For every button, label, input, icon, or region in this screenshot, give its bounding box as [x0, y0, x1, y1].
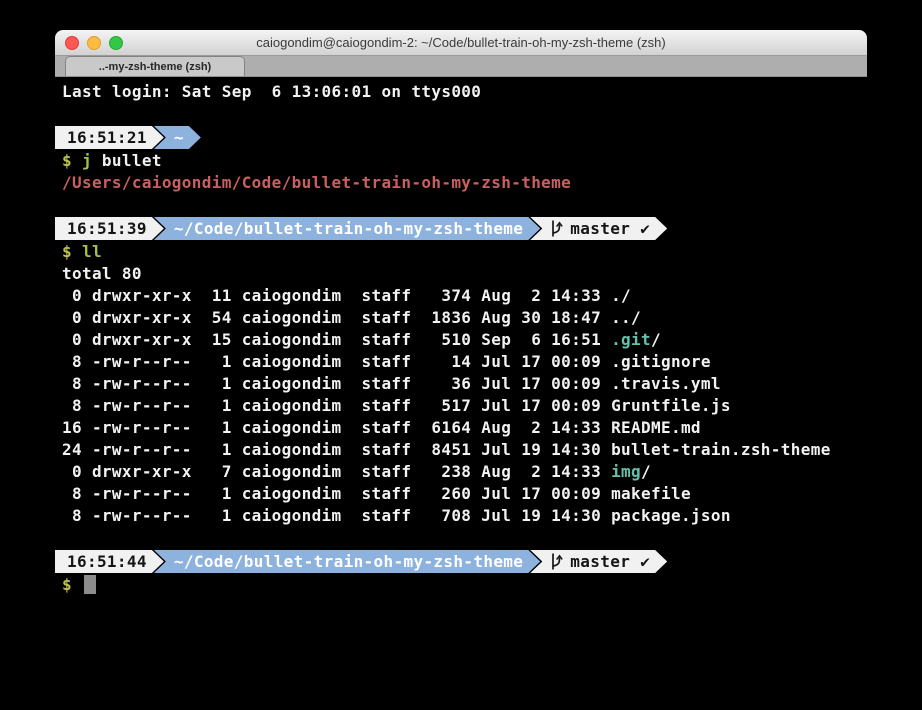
listing-row: 0 drwxr-xr-x 15 caiogondim staff 510 Sep…: [62, 329, 867, 351]
listing-row-meta: 16 -rw-r--r-- 1 caiogondim staff 6164 Au…: [62, 418, 611, 437]
space: [72, 242, 82, 261]
window-title: caiogondim@caiogondim-2: ~/Code/bullet-t…: [55, 35, 867, 50]
listing-row: 16 -rw-r--r-- 1 caiogondim staff 6164 Au…: [62, 417, 867, 439]
listing-file-name: makefile: [611, 484, 691, 503]
listing-file-name: README.md: [611, 418, 701, 437]
prompt-time-segment: 16:51:44: [55, 550, 164, 573]
listing-row-meta: 24 -rw-r--r-- 1 caiogondim staff 8451 Ju…: [62, 440, 611, 459]
git-branch-icon: [550, 220, 563, 237]
listing-row-meta: 8 -rw-r--r-- 1 caiogondim staff 36 Jul 1…: [62, 374, 611, 393]
command-name: ll: [82, 242, 102, 261]
blank-line: [62, 527, 867, 549]
listing-file-name: ./: [611, 286, 631, 305]
prompt-bar: 16:51:44~/Code/bullet-train-oh-my-zsh-th…: [55, 550, 867, 573]
git-branch-icon: [550, 553, 563, 570]
terminal-window: caiogondim@caiogondim-2: ~/Code/bullet-t…: [55, 30, 867, 710]
listing-row: 8 -rw-r--r-- 1 caiogondim staff 36 Jul 1…: [62, 373, 867, 395]
listing-row-meta: 0 drwxr-xr-x 54 caiogondim staff 1836 Au…: [62, 308, 611, 327]
tab-active[interactable]: ..-my-zsh-theme (zsh): [65, 56, 245, 76]
listing-file-name: img: [611, 462, 641, 481]
prompt-bar: 16:51:39~/Code/bullet-train-oh-my-zsh-th…: [55, 217, 867, 240]
prompt-path-segment: ~/Code/bullet-train-oh-my-zsh-theme: [154, 217, 540, 240]
listing-file-name: .git: [611, 330, 651, 349]
prompt-symbol: $: [62, 575, 72, 594]
prompt-git-segment: master ✔: [530, 217, 667, 240]
blank-line: [62, 194, 867, 216]
terminal-content[interactable]: Last login: Sat Sep 6 13:06:01 on ttys00…: [55, 77, 867, 710]
command-line: $ j bullet: [62, 150, 867, 172]
prompt-path-segment: ~/Code/bullet-train-oh-my-zsh-theme: [154, 550, 540, 573]
listing-file-name: Gruntfile.js: [611, 396, 731, 415]
listing-file-name: ../: [611, 308, 641, 327]
listing-file-name: .gitignore: [611, 352, 711, 371]
listing-row-meta: 0 drwxr-xr-x 7 caiogondim staff 238 Aug …: [62, 462, 611, 481]
listing-row: 0 drwxr-xr-x 54 caiogondim staff 1836 Au…: [62, 307, 867, 329]
command-line: $ ll: [62, 241, 867, 263]
listing-file-name: package.json: [611, 506, 731, 525]
prompt-git-segment: master ✔: [530, 550, 667, 573]
tab-label: ..-my-zsh-theme (zsh): [99, 61, 211, 73]
listing-row-meta: 0 drwxr-xr-x 15 caiogondim staff 510 Sep…: [62, 330, 611, 349]
space: [72, 575, 82, 594]
listing-row: 8 -rw-r--r-- 1 caiogondim staff 14 Jul 1…: [62, 351, 867, 373]
jump-output-path: /Users/caiogondim/Code/bullet-train-oh-m…: [62, 173, 571, 192]
listing-file-suffix: /: [641, 462, 651, 481]
listing-file-name: .travis.yml: [611, 374, 721, 393]
listing-row: 8 -rw-r--r-- 1 caiogondim staff 708 Jul …: [62, 505, 867, 527]
prompt-symbol: $: [62, 242, 72, 261]
listing-total-line: total 80: [62, 263, 867, 285]
git-status-check: ✔: [640, 552, 650, 571]
git-branch-name: master: [570, 552, 630, 571]
listing-row: 0 drwxr-xr-x 7 caiogondim staff 238 Aug …: [62, 461, 867, 483]
listing-row-meta: 8 -rw-r--r-- 1 caiogondim staff 708 Jul …: [62, 506, 611, 525]
git-status-check: ✔: [640, 219, 650, 238]
command-name: j: [82, 151, 92, 170]
listing-row: 0 drwxr-xr-x 11 caiogondim staff 374 Aug…: [62, 285, 867, 307]
git-branch-name: master: [570, 219, 630, 238]
prompt-time-segment: 16:51:21: [55, 126, 164, 149]
listing-row: 24 -rw-r--r-- 1 caiogondim staff 8451 Ju…: [62, 439, 867, 461]
listing-row: 8 -rw-r--r-- 1 caiogondim staff 517 Jul …: [62, 395, 867, 417]
tab-bar: ..-my-zsh-theme (zsh): [55, 56, 867, 77]
listing-file-suffix: /: [651, 330, 661, 349]
listing-row-meta: 0 drwxr-xr-x 11 caiogondim staff 374 Aug…: [62, 286, 611, 305]
prompt-time-segment: 16:51:39: [55, 217, 164, 240]
listing-row-meta: 8 -rw-r--r-- 1 caiogondim staff 517 Jul …: [62, 396, 611, 415]
command-args: bullet: [92, 151, 162, 170]
listing-row-meta: 8 -rw-r--r-- 1 caiogondim staff 260 Jul …: [62, 484, 611, 503]
title-bar[interactable]: caiogondim@caiogondim-2: ~/Code/bullet-t…: [55, 30, 867, 56]
terminal-cursor: [84, 575, 96, 594]
blank-line: [62, 103, 867, 125]
prompt-symbol: $: [62, 151, 72, 170]
prompt-bar: 16:51:21~: [55, 126, 867, 149]
jump-output-line: /Users/caiogondim/Code/bullet-train-oh-m…: [62, 172, 867, 194]
command-line: $: [62, 574, 867, 596]
listing-row: 8 -rw-r--r-- 1 caiogondim staff 260 Jul …: [62, 483, 867, 505]
space: [72, 151, 82, 170]
listing-file-name: bullet-train.zsh-theme: [611, 440, 831, 459]
listing-row-meta: 8 -rw-r--r-- 1 caiogondim staff 14 Jul 1…: [62, 352, 611, 371]
last-login-line: Last login: Sat Sep 6 13:06:01 on ttys00…: [62, 81, 867, 103]
